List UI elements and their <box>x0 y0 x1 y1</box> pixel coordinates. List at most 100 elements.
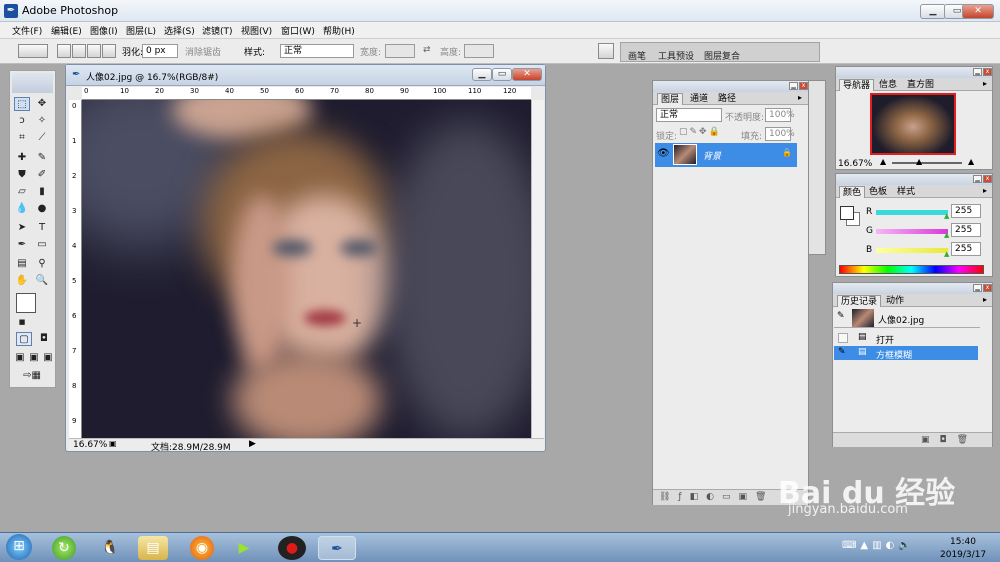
navigator-zoom[interactable]: 16.67% <box>838 159 872 169</box>
history-item-open[interactable]: ▤ 打开 <box>834 331 978 346</box>
history-menu-icon[interactable]: ▸ <box>983 295 987 304</box>
menu-image[interactable]: 图像(I) <box>90 24 118 37</box>
clock-time[interactable]: 15:40 <box>950 537 976 547</box>
antialias-label[interactable]: 消除锯齿 <box>185 45 221 58</box>
record-icon[interactable]: ● <box>278 536 306 560</box>
tab-color[interactable]: 颜色 <box>839 186 866 198</box>
tab-swatches[interactable]: 色板 <box>866 186 890 198</box>
layers-min-icon[interactable]: ▁ <box>789 82 798 90</box>
tray-icons[interactable]: ⌨▲▥◐🔈 <box>842 540 915 551</box>
eyedropper-icon[interactable]: ⚲ <box>34 257 50 271</box>
quickmask-mode-icon[interactable]: ◘ <box>36 332 52 346</box>
tab-paths[interactable]: 路径 <box>715 93 739 105</box>
layers-menu-icon[interactable]: ▸ <box>798 93 802 102</box>
path-select-icon[interactable]: ➤ <box>14 221 30 235</box>
history-item-blur[interactable]: ✎ ▤ 方框模糊 <box>834 346 978 361</box>
intersect-selection-icon[interactable] <box>102 44 116 58</box>
jump-to-imageready-icon[interactable]: ⇨▦ <box>16 369 48 383</box>
standard-mode-icon[interactable]: ▢ <box>16 332 32 346</box>
palette-tab-brush[interactable]: 画笔 <box>628 49 646 62</box>
color-min-icon[interactable]: ▁ <box>973 175 982 183</box>
gradient-tool-icon[interactable]: ▮ <box>34 185 50 199</box>
media-player-icon[interactable]: ▶ <box>232 536 256 560</box>
status-menu-icon[interactable]: ▣ <box>109 439 117 448</box>
tab-channels[interactable]: 通道 <box>687 93 711 105</box>
photoshop-icon[interactable]: ✒ <box>318 536 356 560</box>
refresh-app-icon[interactable]: ↻ <box>52 536 76 560</box>
clone-stamp-icon[interactable]: ⛊ <box>14 168 30 182</box>
layer-visibility-eye-icon[interactable]: 👁 <box>657 148 670 159</box>
healing-brush-icon[interactable]: ✚ <box>14 151 30 165</box>
doc-close-button[interactable]: ✕ <box>512 68 542 81</box>
layers-panel-header[interactable]: ▁ x <box>653 81 808 92</box>
b-slider[interactable] <box>876 248 948 253</box>
r-slider-thumb-icon[interactable]: ▲ <box>944 212 949 220</box>
tab-histogram[interactable]: 直方图 <box>904 79 937 91</box>
snapshot-brush-icon[interactable]: ✎ <box>837 311 845 321</box>
marquee-tool-icon[interactable]: ⬚ <box>14 97 30 111</box>
style-select[interactable]: 正常 <box>280 44 354 58</box>
image-canvas[interactable]: + <box>82 100 531 438</box>
zoom-slider-thumb[interactable]: ▲ <box>916 157 922 166</box>
clock-date[interactable]: 2019/3/17 <box>940 550 986 560</box>
palette-tab-layer-comps[interactable]: 图层复合 <box>704 49 740 62</box>
navigator-header[interactable]: ▁ x <box>836 67 992 78</box>
notes-tool-icon[interactable]: ▤ <box>14 257 30 271</box>
pen-tool-icon[interactable]: ✒ <box>14 238 30 252</box>
swap-icon[interactable]: ⇄ <box>423 45 431 55</box>
type-tool-icon[interactable]: T <box>34 221 50 235</box>
vertical-scrollbar[interactable] <box>531 100 544 438</box>
crop-tool-icon[interactable]: ⌗ <box>14 131 30 145</box>
navigator-close-icon[interactable]: x <box>983 68 992 76</box>
r-value[interactable]: 255 <box>951 204 981 218</box>
layers-footer-icons[interactable]: ⛓ƒ◧◐▭▣🗑 <box>659 492 774 502</box>
tab-layers[interactable]: 图层 <box>657 93 684 105</box>
g-slider-thumb-icon[interactable]: ▲ <box>944 231 949 239</box>
status-arrow-icon[interactable]: ▶ <box>249 439 256 449</box>
feather-input[interactable]: 0 px <box>142 44 178 58</box>
history-min-icon[interactable]: ▁ <box>973 284 982 292</box>
g-slider[interactable] <box>876 229 948 234</box>
zoom-level[interactable]: 16.67% <box>73 440 107 450</box>
menu-view[interactable]: 视图(V) <box>241 24 272 37</box>
zoom-slider[interactable] <box>892 162 962 164</box>
palette-tab-tool-presets[interactable]: 工具预设 <box>658 49 694 62</box>
zoom-in-icon[interactable]: ▲ <box>968 157 974 166</box>
navigator-thumbnail[interactable] <box>870 93 956 155</box>
layer-row-background[interactable]: 👁 背景 🔒 <box>655 143 797 167</box>
eraser-tool-icon[interactable]: ▱ <box>14 185 30 199</box>
b-slider-thumb-icon[interactable]: ▲ <box>944 250 949 258</box>
history-close-icon[interactable]: x <box>983 284 992 292</box>
new-selection-icon[interactable] <box>57 44 71 58</box>
hand-tool-icon[interactable]: ✋ <box>14 274 30 288</box>
history-snapshot-row[interactable]: ✎ 人像02.jpg <box>834 308 980 328</box>
layer-name[interactable]: 背景 <box>703 149 721 162</box>
history-state-brush-icon[interactable]: ✎ <box>838 347 846 357</box>
firefox-icon[interactable]: ◉ <box>190 536 214 560</box>
g-value[interactable]: 255 <box>951 223 981 237</box>
fill-input[interactable]: 100% <box>765 127 795 141</box>
blur-tool-icon[interactable]: 💧 <box>14 202 30 216</box>
magic-wand-icon[interactable]: ✧ <box>34 114 50 128</box>
qq-icon[interactable]: 🐧 <box>98 536 122 560</box>
explorer-icon[interactable]: ▤ <box>138 536 168 560</box>
menu-help[interactable]: 帮助(H) <box>323 24 355 37</box>
doc-maximize-button[interactable]: ▭ <box>492 68 512 81</box>
add-selection-icon[interactable] <box>72 44 86 58</box>
color-spectrum-bar[interactable] <box>839 265 984 274</box>
file-browser-icon[interactable] <box>598 43 614 59</box>
color-header[interactable]: ▁ x <box>836 174 992 185</box>
width-input[interactable] <box>385 44 415 58</box>
doc-minimize-button[interactable]: ▁ <box>472 68 492 81</box>
navigator-menu-icon[interactable]: ▸ <box>983 79 987 88</box>
layers-close-icon[interactable]: x <box>799 82 808 90</box>
menu-select[interactable]: 选择(S) <box>164 24 195 37</box>
color-menu-icon[interactable]: ▸ <box>983 186 987 195</box>
lock-icons[interactable]: ▢✎✥🔒 <box>679 127 722 137</box>
lasso-tool-icon[interactable]: ↄ <box>14 114 30 128</box>
tab-navigator[interactable]: 导航器 <box>839 79 875 91</box>
marquee-preset-icon[interactable] <box>18 44 48 58</box>
r-slider[interactable] <box>876 210 948 215</box>
foreground-color-swatch[interactable] <box>16 293 36 313</box>
dodge-tool-icon[interactable]: ● <box>34 202 50 216</box>
